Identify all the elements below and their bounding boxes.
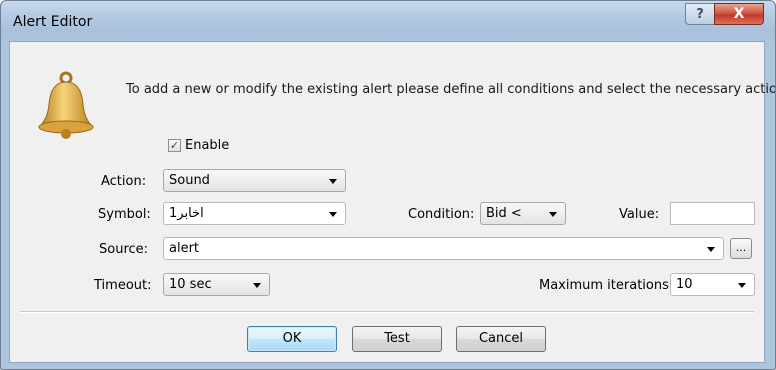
enable-checkbox[interactable]: ✓ — [168, 139, 181, 152]
alert-editor-window: Alert Editor ? X To add a new or modify … — [0, 0, 776, 370]
chevron-down-icon — [738, 283, 746, 288]
max-iterations-select[interactable]: 10 — [670, 273, 755, 296]
symbol-label: Symbol: — [98, 207, 151, 222]
timeout-select-value: 10 sec — [169, 277, 212, 292]
enable-checkbox-row[interactable]: ✓ Enable — [168, 138, 229, 153]
value-input[interactable] — [670, 202, 755, 225]
symbol-select[interactable]: اخابر1 — [163, 202, 346, 225]
chevron-down-icon — [253, 283, 261, 288]
chevron-down-icon — [329, 179, 337, 184]
chevron-down-icon — [329, 212, 337, 217]
title-bar[interactable]: Alert Editor ? X — [1, 1, 775, 37]
timeout-select[interactable]: 10 sec — [163, 273, 270, 296]
intro-text: To add a new or modify the existing aler… — [126, 82, 776, 97]
cancel-button[interactable]: Cancel — [456, 326, 546, 352]
action-select[interactable]: Sound — [163, 169, 346, 192]
close-button[interactable]: X — [714, 3, 764, 25]
condition-select-value: Bid < — [486, 206, 522, 221]
max-iterations-select-value: 10 — [676, 277, 693, 292]
dialog-body: To add a new or modify the existing aler… — [9, 41, 775, 363]
window-title: Alert Editor — [13, 14, 93, 30]
value-label: Value: — [619, 207, 660, 222]
chevron-down-icon — [707, 247, 715, 252]
action-select-value: Sound — [169, 173, 210, 188]
divider — [20, 311, 754, 313]
chevron-down-icon — [549, 212, 557, 217]
help-button[interactable]: ? — [685, 3, 715, 25]
ok-button[interactable]: OK — [247, 326, 337, 352]
browse-button[interactable]: ... — [730, 238, 752, 259]
condition-select[interactable]: Bid < — [480, 202, 566, 225]
timeout-label: Timeout: — [94, 278, 152, 293]
max-iterations-label: Maximum iterations: — [539, 278, 674, 293]
source-label: Source: — [99, 242, 149, 257]
test-button[interactable]: Test — [352, 326, 442, 352]
condition-label: Condition: — [408, 207, 475, 222]
source-select[interactable]: alert — [163, 237, 724, 260]
enable-label[interactable]: Enable — [185, 138, 229, 153]
source-select-value: alert — [169, 241, 200, 256]
bell-icon — [38, 71, 94, 139]
symbol-select-value: اخابر1 — [169, 206, 204, 221]
action-label: Action: — [101, 174, 147, 189]
